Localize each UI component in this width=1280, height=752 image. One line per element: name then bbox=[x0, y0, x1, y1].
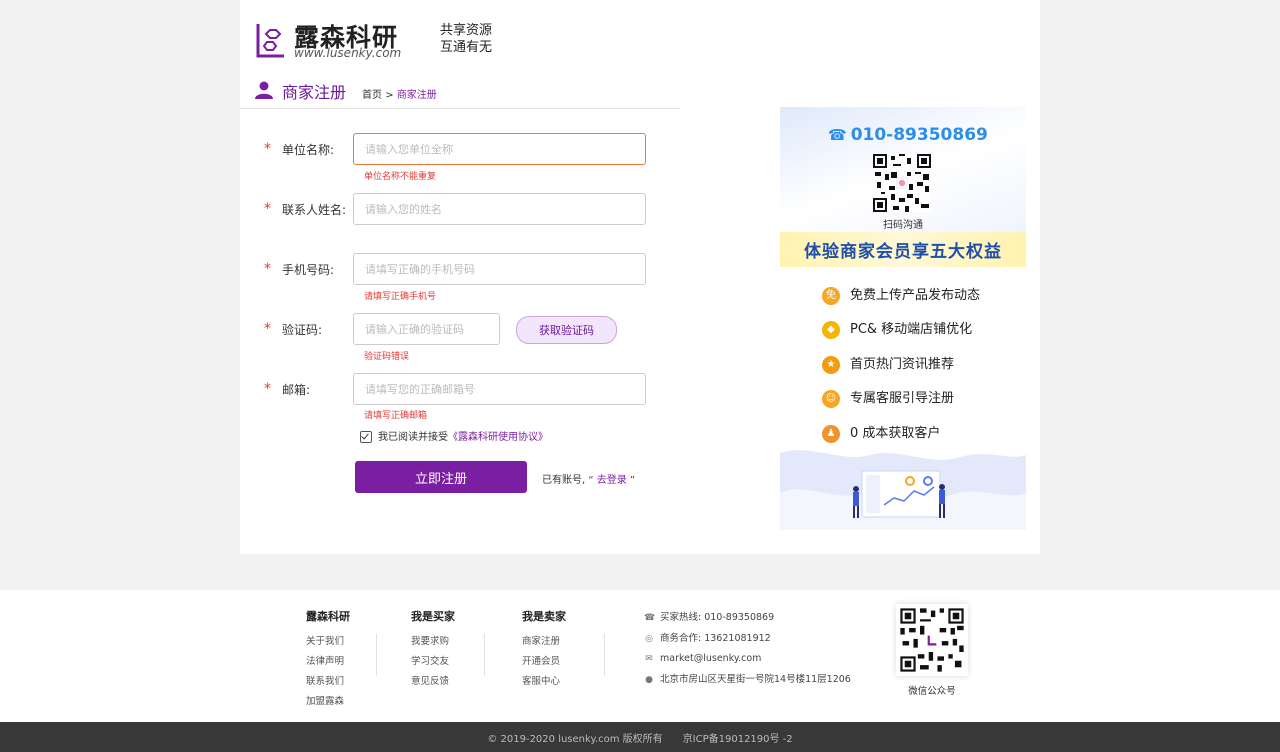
required-mark: * bbox=[264, 321, 271, 337]
breadcrumb-current: 商家注册 bbox=[396, 90, 437, 101]
footer-contact: ☎ 买家热线: 010-89350869 ◎ 商务合作: 13621081912 ✉… bbox=[644, 608, 851, 690]
location-icon: ● bbox=[645, 674, 653, 685]
footer-link[interactable]: 意见反馈 bbox=[411, 672, 455, 692]
contact-name-input[interactable] bbox=[353, 193, 646, 225]
footer-col-about: 露森科研 关于我们 法律声明 联系我们 加盟露森 bbox=[306, 608, 350, 712]
footer-col-title: 露森科研 bbox=[306, 610, 350, 623]
contact-name-label: 联系人姓名: bbox=[282, 203, 347, 217]
verify-code-error: 验证码错误 bbox=[364, 352, 410, 362]
wechat-qr-icon bbox=[896, 604, 968, 676]
footer-link[interactable]: 联系我们 bbox=[306, 672, 350, 692]
phone-label: 手机号码: bbox=[282, 263, 335, 277]
company-name-label: 单位名称: bbox=[282, 143, 335, 157]
footer-divider bbox=[484, 634, 485, 676]
breadcrumb-separator: > bbox=[385, 90, 394, 101]
diamond-icon: ◆ bbox=[822, 320, 840, 339]
register-card: 露森科研 www.lusenky.com 共享资源 互通有无 商家注册 首页 >… bbox=[240, 0, 1040, 554]
banner-illustration bbox=[780, 450, 1026, 530]
footer-link[interactable]: 开通会员 bbox=[522, 652, 566, 672]
banner-phone: ☎ 010-89350869 bbox=[828, 125, 988, 145]
brand-url: www.lusenky.com bbox=[294, 46, 402, 60]
agreement-checkbox[interactable] bbox=[360, 431, 372, 443]
footer-col-seller: 我是卖家 商家注册 开通会员 客服中心 bbox=[522, 608, 566, 692]
promo-title: 体验商家会员享五大权益 bbox=[780, 232, 1026, 267]
agreement-row: 我已阅读并接受《露森科研使用协议》 bbox=[360, 428, 548, 443]
benefit-item: ★ 首页热门资讯推荐 bbox=[822, 353, 954, 374]
scan-text: 扫码沟通 bbox=[883, 220, 923, 231]
phone-error: 请填写正确手机号 bbox=[364, 292, 437, 302]
verify-code-input[interactable] bbox=[353, 313, 500, 345]
agreement-text: 我已阅读并接受 bbox=[378, 432, 448, 443]
qr-code-icon bbox=[873, 154, 931, 212]
business-contact: ◎ 商务合作: 13621081912 bbox=[644, 629, 851, 650]
mail-icon: ✉ bbox=[645, 654, 653, 664]
phone-input[interactable] bbox=[353, 253, 646, 285]
get-code-button[interactable]: 获取验证码 bbox=[516, 316, 617, 344]
login-prompt: 已有账号, “ 去登录 ” bbox=[542, 475, 636, 486]
company-name-row: * 单位名称: bbox=[240, 133, 680, 167]
copyright-bar: © 2019-2020 lusenky.com 版权所有 京ICP备190121… bbox=[0, 722, 1280, 752]
logo-mark-icon bbox=[256, 24, 284, 58]
footer-link[interactable]: 商家注册 bbox=[522, 632, 566, 652]
brand-slogan: 共享资源 互通有无 bbox=[440, 23, 493, 55]
buyer-hotline: ☎ 买家热线: 010-89350869 bbox=[644, 608, 851, 629]
footer-col-buyer: 我是买家 我要求购 学习交友 意见反馈 bbox=[411, 608, 455, 692]
footer-link[interactable]: 学习交友 bbox=[411, 652, 455, 672]
benefit-item: ☺ 专属客服引导注册 bbox=[822, 387, 954, 408]
page-title: 商家注册 bbox=[282, 83, 347, 102]
required-mark: * bbox=[264, 201, 271, 217]
icp-number[interactable]: 京ICP备19012190号 -2 bbox=[683, 730, 793, 745]
footer-col-title: 我是买家 bbox=[411, 610, 455, 623]
benefit-item: ♟ 0 成本获取客户 bbox=[822, 422, 940, 443]
verify-code-label: 验证码: bbox=[282, 323, 323, 337]
medal-icon: ★ bbox=[822, 355, 840, 374]
member-benefits-banner: ☎ 010-89350869 扫码沟通 体验商家会员享五大权益 免免费上传产品发布… bbox=[780, 107, 1026, 530]
headset-icon: ◎ bbox=[645, 633, 653, 644]
email-input[interactable] bbox=[353, 373, 646, 405]
footer-link[interactable]: 加盟露森 bbox=[306, 692, 350, 712]
phone-row: * 手机号码: bbox=[240, 253, 680, 287]
login-link[interactable]: “ 去登录 ” bbox=[588, 475, 635, 486]
benefit-item: 免免费上传产品发布动态 bbox=[822, 284, 980, 305]
phone-icon: ☎ bbox=[828, 126, 847, 144]
customers-icon: ♟ bbox=[822, 424, 840, 443]
footer-link[interactable]: 关于我们 bbox=[306, 632, 350, 652]
footer-col-title: 我是卖家 bbox=[522, 610, 566, 623]
verify-code-row: * 验证码: 获取验证码 bbox=[240, 313, 680, 347]
email-error: 请填写正确邮箱 bbox=[364, 411, 428, 421]
footer-link[interactable]: 客服中心 bbox=[522, 672, 566, 692]
company-name-input[interactable] bbox=[353, 133, 646, 165]
email-label: 邮箱: bbox=[282, 383, 311, 397]
required-mark: * bbox=[264, 381, 271, 397]
user-icon bbox=[255, 81, 273, 99]
site-footer: 露森科研 关于我们 法律声明 联系我们 加盟露森 我是买家 我要求购 学习交友 … bbox=[0, 590, 1280, 722]
required-mark: * bbox=[264, 141, 271, 157]
contact-name-row: * 联系人姓名: bbox=[240, 193, 680, 227]
agreement-link[interactable]: 《露森科研使用协议》 bbox=[448, 432, 548, 443]
copyright-text: © 2019-2020 lusenky.com 版权所有 bbox=[487, 733, 663, 745]
page-header: 商家注册 首页 > 商家注册 bbox=[254, 78, 678, 104]
benefit-item: ◆ PC& 移动端店铺优化 bbox=[822, 318, 972, 339]
email-row: * 邮箱: bbox=[240, 373, 680, 407]
register-button[interactable]: 立即注册 bbox=[355, 461, 527, 493]
breadcrumb: 首页 > 商家注册 bbox=[362, 86, 437, 101]
chat-icon: ☺ bbox=[822, 389, 840, 408]
footer-link[interactable]: 我要求购 bbox=[411, 632, 455, 652]
phone-icon: ☎ bbox=[644, 613, 656, 623]
footer-link[interactable]: 法律声明 bbox=[306, 652, 350, 672]
header-divider bbox=[240, 108, 680, 109]
footer-divider bbox=[604, 634, 605, 676]
wechat-qr-label: 微信公众号 bbox=[908, 686, 956, 697]
free-badge-icon: 免 bbox=[822, 286, 840, 305]
required-mark: * bbox=[264, 261, 271, 277]
company-name-error: 单位名称不能重复 bbox=[364, 172, 437, 182]
contact-address: ● 北京市房山区天星街一号院14号楼11层1206 bbox=[644, 670, 851, 691]
contact-email: ✉ market@lusenky.com bbox=[644, 649, 851, 670]
footer-divider bbox=[376, 634, 377, 676]
breadcrumb-home-link[interactable]: 首页 bbox=[362, 90, 382, 101]
